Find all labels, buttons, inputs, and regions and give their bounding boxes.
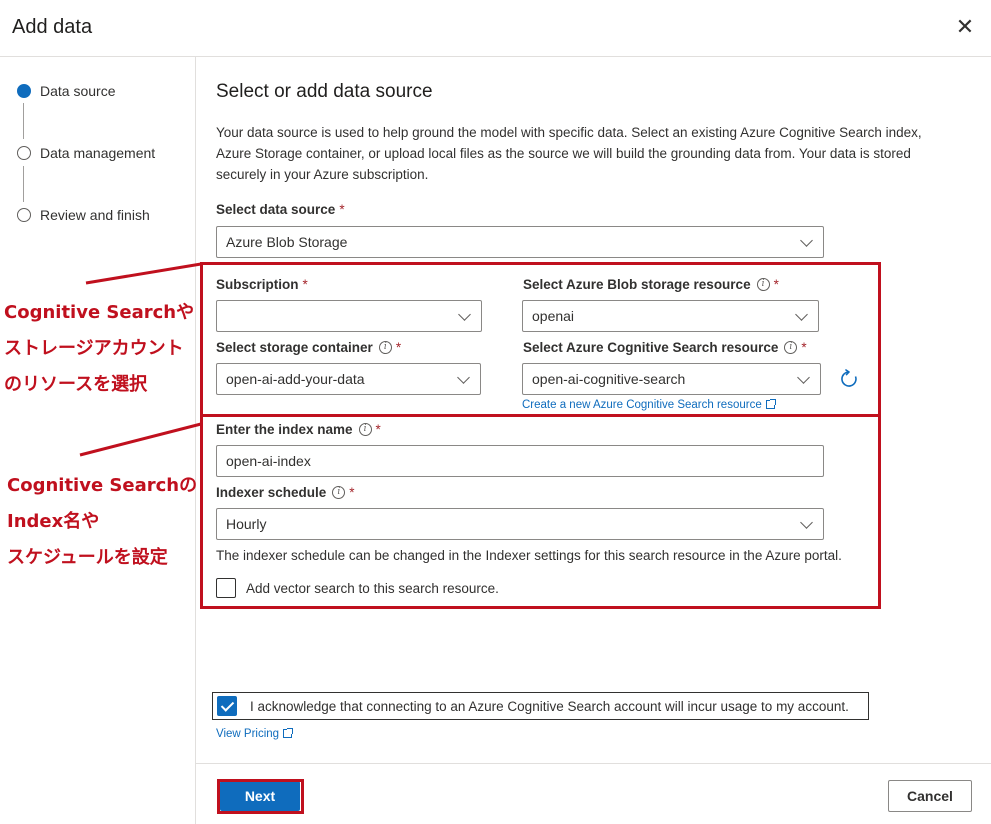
next-button-highlight — [217, 779, 304, 814]
page-title: Select or add data source — [216, 81, 433, 102]
data-source-label: Select data source * — [216, 202, 345, 217]
step-connector — [23, 103, 24, 139]
acknowledge-label: I acknowledge that connecting to an Azur… — [250, 698, 849, 714]
data-source-dropdown[interactable]: Azure Blob Storage — [216, 226, 824, 258]
annotation-line: Index名や — [7, 511, 100, 532]
step-review-finish[interactable]: Review and finish — [17, 205, 150, 225]
link-text: View Pricing — [216, 728, 280, 740]
chevron-down-icon — [800, 235, 814, 249]
step-label: Data management — [40, 145, 156, 161]
annotation-line: スケジュールを設定 — [7, 547, 168, 568]
footer-divider — [196, 763, 991, 764]
dialog-title: Add data — [12, 16, 93, 38]
dialog-header: Add data ✕ — [0, 0, 991, 57]
index-settings-highlight — [200, 414, 881, 609]
field-label-text: Select data source — [216, 202, 336, 217]
view-pricing-link[interactable]: View Pricing — [216, 728, 294, 740]
step-indicator — [17, 208, 31, 222]
resource-annotation-text: Cognitive Searchや ストレージアカウント のリソースを選択 — [4, 295, 194, 403]
step-label: Review and finish — [40, 207, 150, 223]
annotation-line: Cognitive Searchの — [7, 475, 198, 496]
step-active-indicator — [17, 84, 31, 98]
step-connector — [23, 166, 24, 202]
cancel-button[interactable]: Cancel — [888, 780, 972, 812]
index-annotation-text: Cognitive Searchの Index名や スケジュールを設定 — [7, 468, 197, 576]
step-data-management[interactable]: Data management — [17, 143, 155, 163]
external-link-icon — [283, 728, 294, 738]
annotation-line: Cognitive Searchや — [4, 302, 195, 323]
acknowledge-checkbox[interactable] — [217, 696, 237, 716]
annotation-line: ストレージアカウント — [4, 338, 184, 359]
wizard-steps — [0, 57, 196, 824]
close-icon[interactable]: ✕ — [953, 16, 977, 40]
annotation-line: のリソースを選択 — [4, 374, 148, 395]
step-data-source[interactable]: Data source — [17, 81, 115, 101]
required-marker: * — [339, 202, 345, 217]
resource-selection-highlight — [200, 262, 881, 417]
step-indicator — [17, 146, 31, 160]
acknowledge-option[interactable]: I acknowledge that connecting to an Azur… — [212, 692, 869, 720]
page-description: Your data source is used to help ground … — [216, 125, 922, 182]
dropdown-value: Azure Blob Storage — [226, 234, 348, 250]
step-label: Data source — [40, 83, 116, 99]
